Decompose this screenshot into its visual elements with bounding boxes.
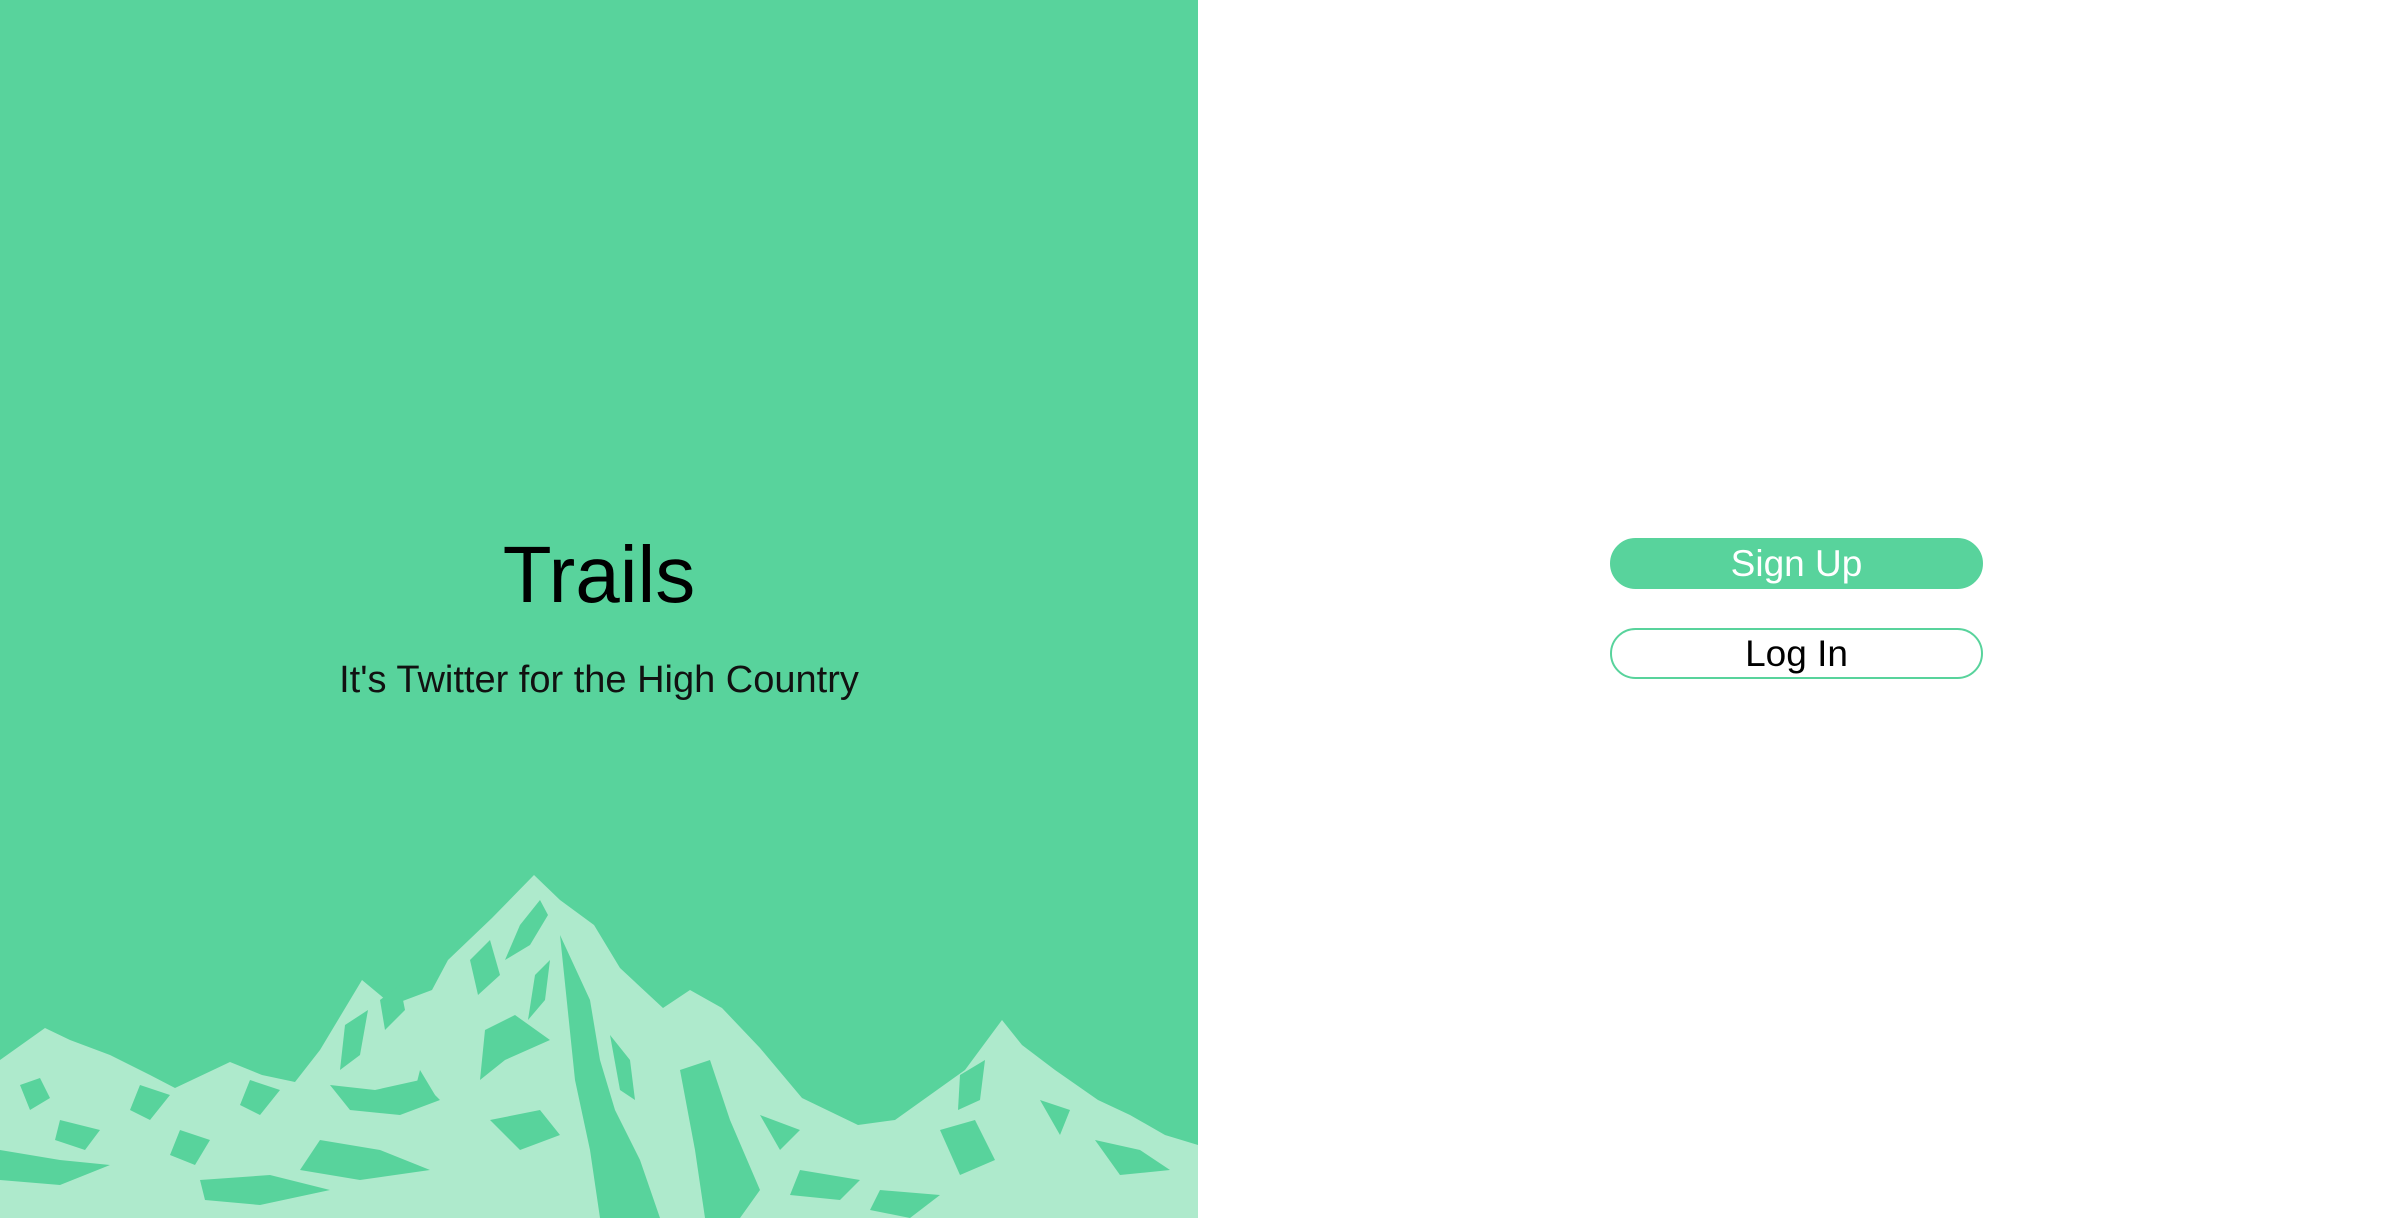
app-title: Trails — [502, 530, 696, 619]
landing-page: Trails It's Twitter for the High Country — [0, 0, 2395, 1218]
mountain-range-illustration — [0, 875, 1198, 1218]
log-in-button[interactable]: Log In — [1610, 628, 1983, 679]
hero-panel: Trails It's Twitter for the High Country — [0, 0, 1198, 1218]
auth-panel: Sign Up Log In — [1198, 0, 2395, 1218]
app-tagline: It's Twitter for the High Country — [339, 659, 859, 701]
sign-up-button[interactable]: Sign Up — [1610, 538, 1983, 589]
